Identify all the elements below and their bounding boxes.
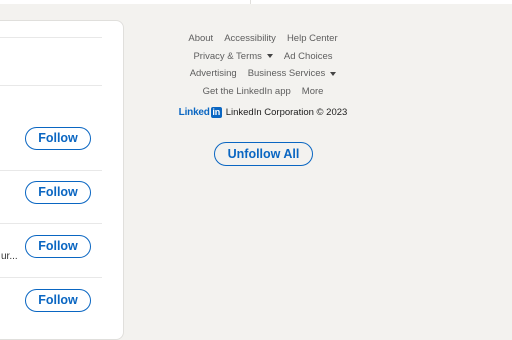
footer-link-help-center[interactable]: Help Center [287, 33, 338, 44]
footer-row: About Accessibility Help Center [163, 30, 363, 48]
linkedin-logo-text: Linked [178, 106, 210, 118]
footer-row: Get the LinkedIn app More [163, 83, 363, 101]
follow-button[interactable]: Follow [25, 289, 91, 312]
top-bar [0, 0, 512, 4]
footer-link-ad-choices[interactable]: Ad Choices [284, 51, 333, 62]
card-divider [0, 277, 102, 278]
footer-link-about[interactable]: About [188, 33, 213, 44]
top-bar-divider [250, 0, 251, 4]
card-divider [0, 37, 102, 38]
footer-link-more[interactable]: More [302, 86, 324, 97]
footer-row: Privacy & Terms Ad Choices [163, 48, 363, 66]
card-divider [0, 170, 102, 171]
card-divider [0, 223, 102, 224]
footer-link-business-services[interactable]: Business Services [248, 68, 337, 79]
linkedin-logo-box: in [210, 106, 222, 118]
card-divider [0, 85, 102, 86]
footer-link-privacy-terms[interactable]: Privacy & Terms [193, 50, 273, 62]
chevron-down-icon [330, 71, 337, 76]
footer-link-accessibility[interactable]: Accessibility [224, 33, 276, 44]
footer-link-advertising[interactable]: Advertising [190, 68, 237, 79]
suggestion-truncated-text: ur... [1, 251, 18, 262]
footer-row: Advertising Business Services [163, 65, 363, 83]
privacy-terms-label: Privacy & Terms [193, 50, 262, 62]
copyright-text: LinkedIn Corporation © 2023 [225, 106, 348, 118]
follow-button[interactable]: Follow [25, 181, 91, 204]
footer-link-get-app[interactable]: Get the LinkedIn app [203, 86, 291, 97]
chevron-down-icon [266, 54, 273, 59]
business-services-label: Business Services [247, 68, 326, 80]
brand-row: Linked in LinkedIn Corporation © 2023 [163, 104, 363, 120]
linkedin-logo: Linked in [178, 106, 222, 118]
suggestions-card: Follow Follow Follow Follow ur... [0, 20, 124, 340]
footer: About Accessibility Help Center Privacy … [163, 30, 363, 120]
follow-button[interactable]: Follow [25, 127, 91, 150]
unfollow-all-button[interactable]: Unfollow All [214, 142, 313, 166]
follow-button[interactable]: Follow [25, 235, 91, 258]
